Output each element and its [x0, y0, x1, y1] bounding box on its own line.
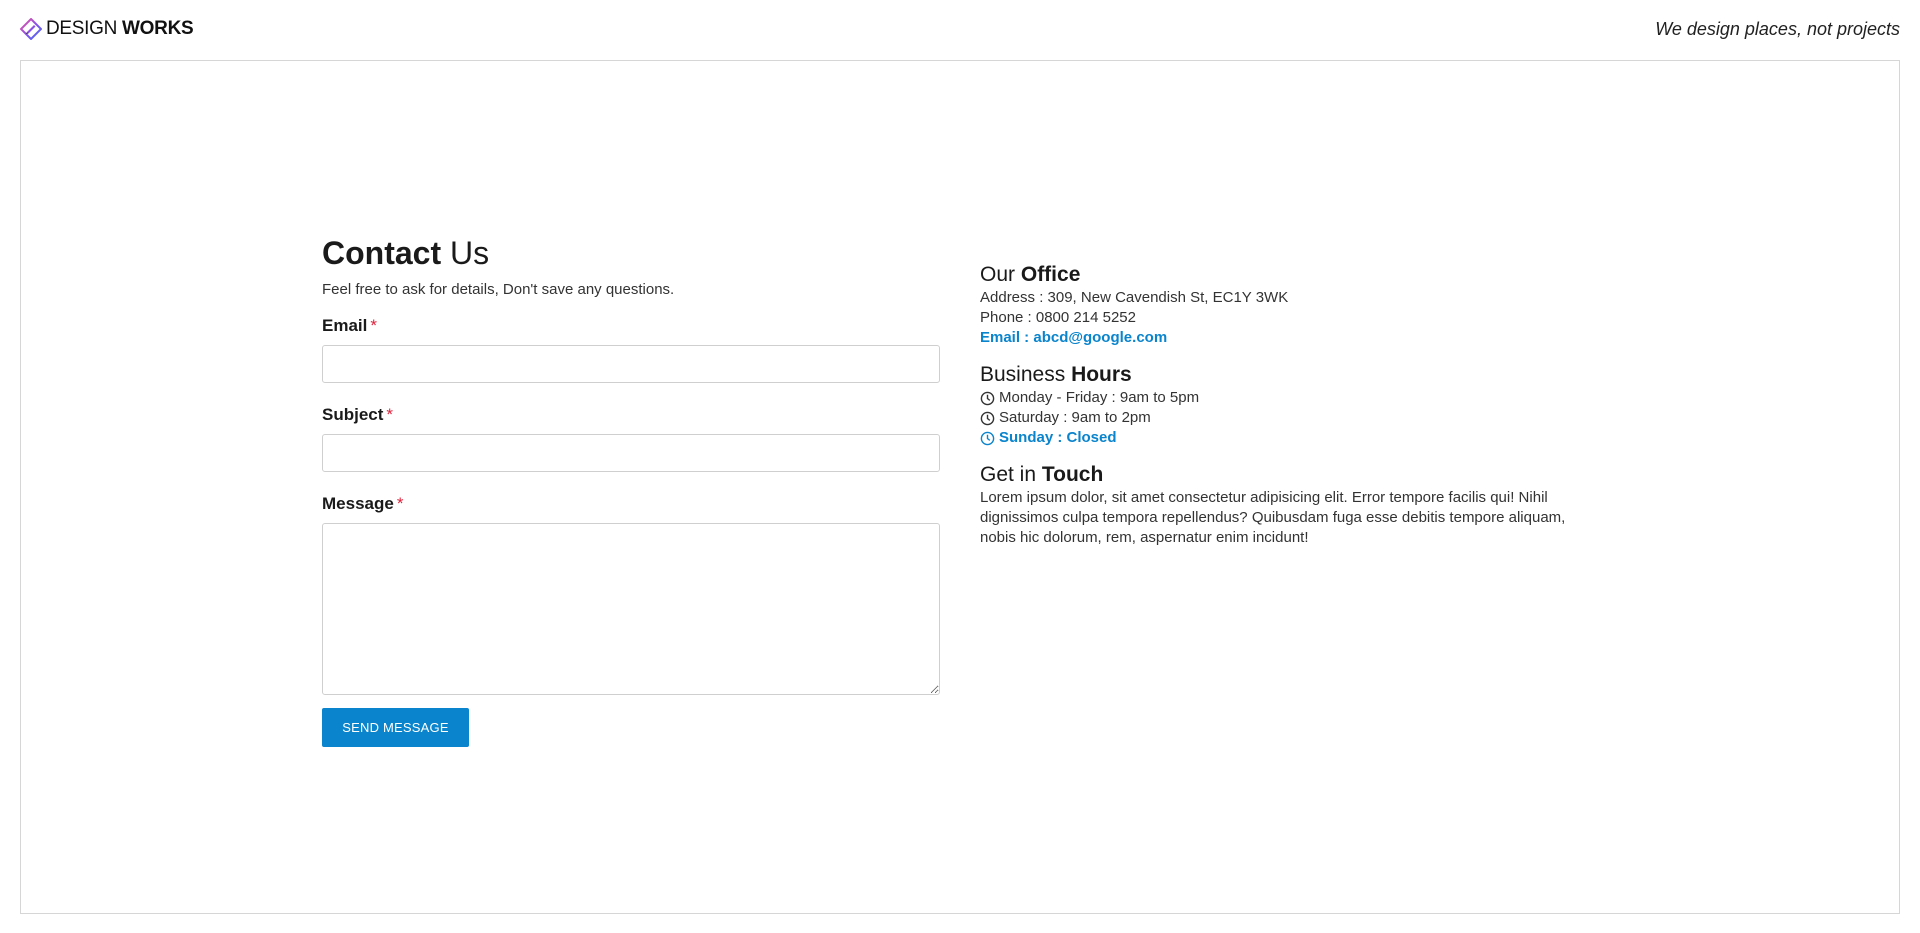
subject-input[interactable] — [322, 434, 940, 472]
hours-saturday: Saturday : 9am to 2pm — [980, 408, 1600, 428]
hours-weekday-text: Monday - Friday : 9am to 5pm — [999, 389, 1200, 406]
subject-label-text: Subject — [322, 405, 384, 424]
content-frame — [20, 60, 1900, 914]
touch-section: Get in Touch Lorem ipsum dolor, sit amet… — [980, 462, 1600, 548]
email-required-mark: * — [370, 316, 377, 335]
contact-form-section: Contact Us Feel free to ask for details,… — [322, 234, 940, 747]
logo-icon — [20, 18, 42, 40]
info-section: Our Office Address : 309, New Cavendish … — [980, 262, 1600, 548]
message-label-text: Message — [322, 494, 394, 513]
subject-required-mark: * — [386, 405, 394, 424]
office-title-bold: Office — [1020, 263, 1081, 286]
office-email-link[interactable]: Email : abcd@google.com — [980, 328, 1600, 348]
office-address: Address : 309, New Cavendish St, EC1Y 3W… — [980, 289, 1289, 306]
message-label: Message * — [322, 493, 940, 515]
brand-name-bold: WORKS — [122, 18, 194, 39]
office-section: Our Office Address : 309, New Cavendish … — [980, 262, 1600, 348]
contact-title-bold: Contact — [322, 235, 442, 271]
email-group: Email * — [322, 315, 940, 383]
subject-label: Subject * — [322, 404, 940, 426]
message-required-mark: * — [396, 494, 404, 513]
hours-title-bold: Hours — [1071, 363, 1132, 386]
touch-title-light: Get in — [980, 463, 1037, 486]
message-textarea[interactable] — [322, 523, 940, 695]
touch-text: Lorem ipsum dolor, sit amet consectetur … — [980, 489, 1566, 546]
hours-title-light: Business — [980, 363, 1066, 386]
message-group: Message * — [322, 493, 940, 695]
hours-title: Business Hours — [980, 362, 1600, 388]
subject-group: Subject * — [322, 404, 940, 472]
email-input[interactable] — [322, 345, 940, 383]
contact-title-light: Us — [450, 235, 490, 271]
hours-sunday-text: Sunday : Closed — [999, 429, 1117, 446]
clock-icon — [980, 411, 995, 425]
clock-icon — [980, 391, 995, 405]
office-title: Our Office — [980, 262, 1600, 288]
header: DESIGN WORKS We design places, not proje… — [0, 0, 1920, 60]
office-phone: Phone : 0800 214 5252 — [980, 309, 1136, 326]
email-label-text: Email — [322, 316, 368, 335]
brand-name: DESIGN WORKS — [46, 18, 194, 40]
send-message-button[interactable]: SEND MESSAGE — [322, 708, 469, 747]
brand-name-light: DESIGN — [46, 18, 118, 39]
clock-icon — [980, 431, 995, 445]
contact-title: Contact Us — [322, 234, 940, 272]
contact-subtitle: Feel free to ask for details, Don't save… — [322, 281, 675, 298]
brand-logo[interactable]: DESIGN WORKS — [20, 17, 194, 41]
tagline: We design places, not projects — [1655, 19, 1900, 39]
touch-title-bold: Touch — [1041, 463, 1104, 486]
hours-sunday: Sunday : Closed — [980, 428, 1600, 448]
touch-title: Get in Touch — [980, 462, 1600, 488]
hours-saturday-text: Saturday : 9am to 2pm — [999, 409, 1151, 426]
email-label: Email * — [322, 315, 940, 337]
hours-section: Business Hours Monday - Friday : 9am to … — [980, 362, 1600, 448]
hours-weekday: Monday - Friday : 9am to 5pm — [980, 388, 1600, 408]
office-title-light: Our — [980, 263, 1016, 286]
